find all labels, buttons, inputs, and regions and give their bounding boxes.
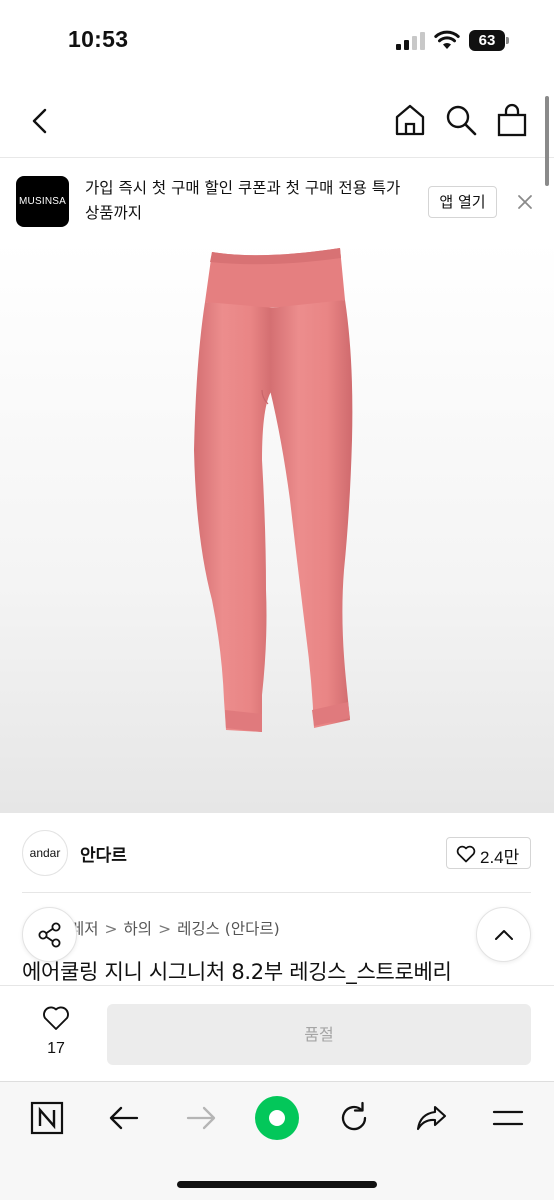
chevron-left-icon[interactable] xyxy=(24,104,58,138)
wishlist-count: 17 xyxy=(47,1040,65,1057)
status-time: 10:53 xyxy=(68,26,129,52)
shopping-bag-icon[interactable] xyxy=(495,102,529,138)
breadcrumb-separator: > xyxy=(104,920,118,938)
app-install-banner: MUSINSA 가입 즉시 첫 구매 할인 쿠폰과 첫 구매 전용 특가 상품까… xyxy=(0,158,554,240)
share-icon xyxy=(38,922,61,948)
home-icon[interactable] xyxy=(393,102,427,138)
banner-message: 가입 즉시 첫 구매 할인 쿠폰과 첫 구매 전용 특가 상품까지 xyxy=(85,179,401,222)
close-icon[interactable] xyxy=(514,191,536,213)
reload-icon[interactable] xyxy=(334,1098,374,1138)
share-arrow-icon[interactable] xyxy=(411,1098,451,1138)
browser-toolbar xyxy=(0,1081,554,1200)
top-navigation xyxy=(0,82,554,158)
chevron-up-icon xyxy=(495,930,513,940)
battery-level: 63 xyxy=(469,30,505,51)
green-dot-icon[interactable] xyxy=(255,1096,299,1140)
musinsa-logo: MUSINSA xyxy=(16,176,69,227)
pink-leggings-image xyxy=(194,248,353,732)
forward-arrow-icon[interactable] xyxy=(181,1098,221,1138)
brand-logo[interactable]: andar xyxy=(22,830,68,876)
breadcrumb-separator: > xyxy=(158,920,172,938)
product-image[interactable] xyxy=(0,240,554,813)
home-indicator xyxy=(177,1181,377,1188)
sold-out-button[interactable]: 품절 xyxy=(107,1004,531,1065)
back-arrow-icon[interactable] xyxy=(104,1098,144,1138)
heart-icon xyxy=(456,845,476,863)
wifi-icon xyxy=(434,30,460,49)
cellular-signal-icon xyxy=(396,32,425,50)
brand-like-button[interactable]: 2.4만 xyxy=(446,837,531,869)
naver-n-icon[interactable] xyxy=(27,1098,67,1138)
heart-icon xyxy=(43,1006,69,1030)
breadcrumb-item-bottoms[interactable]: 하의 xyxy=(124,917,153,939)
status-bar: 10:53 63 xyxy=(0,0,554,82)
brand-name[interactable]: 안다르 xyxy=(80,841,127,866)
scroll-to-top-button[interactable] xyxy=(476,907,531,962)
divider xyxy=(22,892,531,893)
brand-like-count: 2.4만 xyxy=(480,848,520,867)
share-button[interactable] xyxy=(22,907,77,962)
breadcrumb-item-leggings[interactable]: 레깅스 (안다르) xyxy=(177,917,280,939)
breadcrumb: 레저 > 하의 > 레깅스 (안다르) xyxy=(70,917,280,939)
search-icon[interactable] xyxy=(444,102,478,138)
menu-icon[interactable] xyxy=(488,1098,528,1138)
wishlist-button[interactable]: 17 xyxy=(30,1004,82,1064)
scrollbar[interactable] xyxy=(545,96,549,186)
battery-icon: 63 xyxy=(469,30,509,51)
brand-row: andar 안다르 2.4만 xyxy=(0,813,554,893)
product-title: 에어쿨링 지니 시그니처 8.2부 레깅스_스트로베리 xyxy=(22,960,452,984)
open-app-button[interactable]: 앱 열기 xyxy=(428,186,497,218)
purchase-bar: 17 품절 xyxy=(0,985,554,1081)
